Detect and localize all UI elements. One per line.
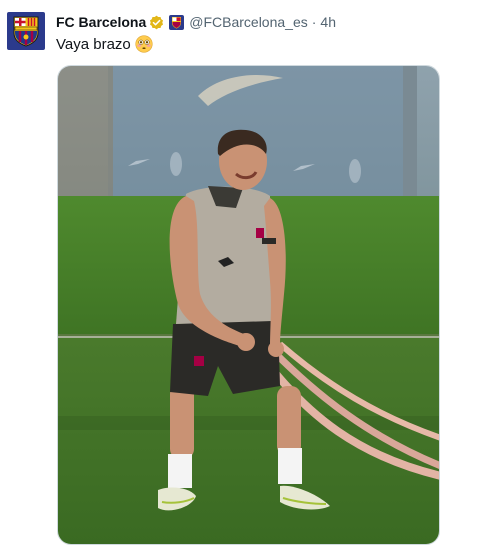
flushed-face-emoji-icon [135,35,153,53]
verified-badge-icon [150,15,164,29]
user-handle[interactable]: @FCBarcelona_es [189,14,308,30]
avatar[interactable] [7,12,45,50]
affiliate-crest-icon [169,14,185,30]
fc-barcelona-crest-icon [13,16,39,47]
tweet-photo[interactable] [57,65,440,545]
tweet-body: Vaya brazo [56,35,131,53]
timestamp[interactable]: 4h [320,14,336,30]
tweet-header: FC Barcelona @FCBarcelona_es · 4h [56,12,336,32]
separator-dot: · [311,14,317,30]
tweet-card[interactable]: FC Barcelona @FCBarcelona_es · 4h Vaya b… [0,0,479,555]
photo-image [58,66,439,544]
display-name[interactable]: FC Barcelona [56,14,146,30]
tweet-text: Vaya brazo [56,35,153,53]
